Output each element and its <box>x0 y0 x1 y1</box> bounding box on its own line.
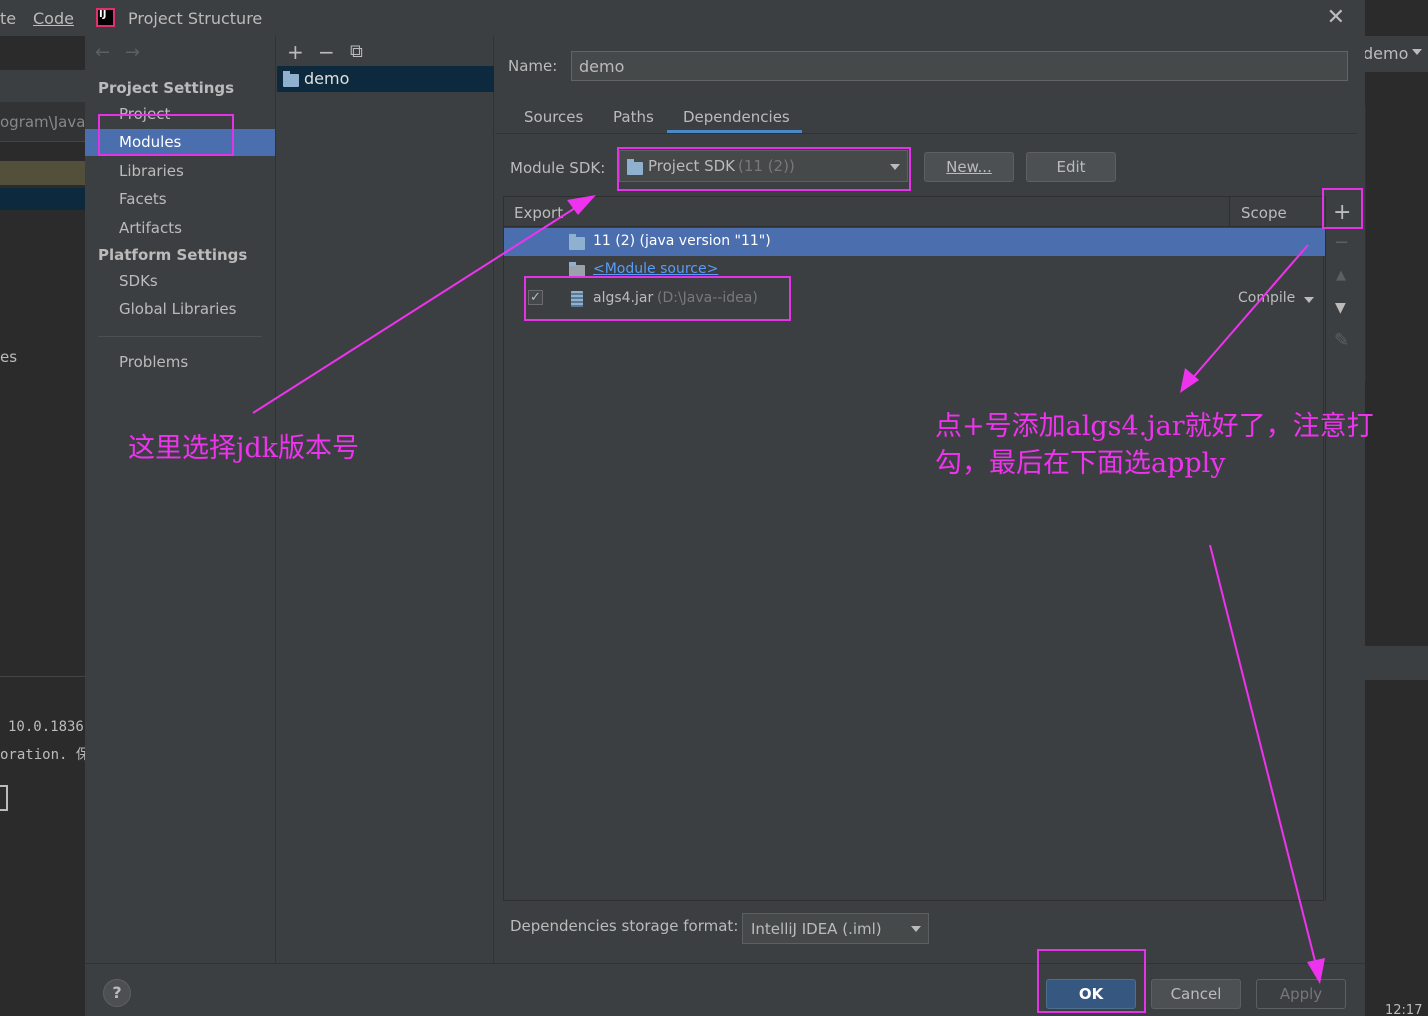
ide-right-panel: demo 12:17 <box>1363 36 1428 1016</box>
menu-item-ite[interactable]: te <box>0 9 16 28</box>
highlight-modules <box>98 114 234 156</box>
sidebar-item-artifacts[interactable]: Artifacts <box>85 215 275 242</box>
sidebar-item-libraries[interactable]: Libraries <box>85 158 275 185</box>
remove-module-icon[interactable]: − <box>318 40 335 64</box>
move-up-icon[interactable]: ▲ <box>1336 268 1346 283</box>
es-fragment: es <box>0 348 18 366</box>
ide-menubar: te Code <box>0 0 90 36</box>
forward-arrow-icon[interactable]: → <box>125 42 140 63</box>
move-down-icon[interactable]: ▼ <box>1335 300 1346 316</box>
clock: 12:17 <box>1385 1003 1423 1016</box>
dialog-button-bar: ? OK Cancel Apply <box>85 963 1365 1016</box>
table-row[interactable]: 11 (2) (java version "11") <box>504 228 1325 256</box>
ide-left-panel: ogram\Java es 10.0.1836 oration. 保 <box>0 36 90 1016</box>
chevron-down-icon <box>911 926 921 932</box>
highlight-algs4-jar <box>524 276 791 321</box>
remove-dependency-icon[interactable]: − <box>1334 232 1349 253</box>
chevron-down-icon[interactable] <box>1304 297 1314 303</box>
scope-dropdown[interactable]: Compile <box>1238 290 1295 306</box>
menu-item-code[interactable]: Code <box>33 9 74 28</box>
sidebar-item-global-libraries[interactable]: Global Libraries <box>85 296 275 323</box>
edit-dependency-icon[interactable]: ✎ <box>1334 330 1349 351</box>
sidebar-item-sdks[interactable]: SDKs <box>85 268 275 295</box>
sidebar-item-facets[interactable]: Facets <box>85 186 275 213</box>
new-sdk-button[interactable]: New... <box>924 152 1014 182</box>
storage-format-value: IntelliJ IDEA (.iml) <box>751 920 882 938</box>
highlight-module-sdk <box>617 147 911 191</box>
help-button[interactable]: ? <box>103 979 131 1007</box>
terminal-line: 10.0.1836 <box>8 719 84 735</box>
tab-paths[interactable]: Paths <box>613 108 654 126</box>
intellij-logo-icon <box>96 8 115 27</box>
module-folder-icon <box>283 71 299 87</box>
highlight-ok-button <box>1037 949 1146 1013</box>
annotation-jdk-note: 这里选择jdk版本号 <box>128 433 360 464</box>
apply-button[interactable]: Apply <box>1256 979 1346 1009</box>
dialog-title: Project Structure <box>128 9 263 28</box>
module-name-input[interactable]: demo <box>571 51 1348 81</box>
terminal-panel: 10.0.1836 oration. 保 <box>0 676 90 976</box>
table-toolbar: + − ▲ ▼ ✎ <box>1325 196 1357 901</box>
annotation-add-note-line2: 勾，最后在下面选apply <box>935 448 1226 479</box>
terminal-line: oration. 保 <box>0 747 90 763</box>
annotation-add-note-line1: 点+号添加algs4.jar就好了，注意打 <box>935 411 1374 442</box>
sidebar-divider <box>98 336 262 337</box>
close-icon[interactable]: ✕ <box>1327 5 1345 30</box>
run-config[interactable]: demo <box>1363 44 1408 63</box>
dialog-titlebar: Project Structure ✕ <box>85 0 1365 36</box>
name-label: Name: <box>508 57 558 75</box>
dependency-module-source: <Module source> <box>593 261 719 277</box>
storage-format-label: Dependencies storage format: <box>510 917 739 935</box>
jdk-folder-icon <box>569 234 585 250</box>
settings-sidebar: ← → Project Settings Project Modules Lib… <box>85 36 276 963</box>
storage-format-dropdown[interactable]: IntelliJ IDEA (.iml) <box>742 913 929 944</box>
back-arrow-icon[interactable]: ← <box>95 42 110 63</box>
cancel-button[interactable]: Cancel <box>1151 979 1241 1009</box>
module-tree-item-demo[interactable]: demo <box>277 66 494 92</box>
copy-module-icon[interactable]: ⧉ <box>350 41 363 62</box>
tab-sources[interactable]: Sources <box>524 108 583 126</box>
platform-settings-heading: Platform Settings <box>98 246 248 264</box>
table-header: Export Scope <box>504 197 1325 227</box>
chevron-down-icon[interactable] <box>1412 49 1422 55</box>
module-sdk-label: Module SDK: <box>510 159 606 177</box>
dependency-jdk: 11 (2) (java version "11") <box>593 233 771 249</box>
path-fragment: ogram\Java <box>0 113 86 131</box>
project-settings-heading: Project Settings <box>98 79 235 97</box>
edit-sdk-button[interactable]: Edit <box>1026 152 1116 182</box>
sidebar-item-problems[interactable]: Problems <box>85 349 275 376</box>
column-header-scope[interactable]: Scope <box>1241 204 1287 222</box>
module-name: demo <box>304 69 350 88</box>
tab-dependencies[interactable]: Dependencies <box>683 108 790 126</box>
add-module-icon[interactable]: + <box>287 40 304 64</box>
highlight-add-button <box>1322 188 1363 229</box>
column-header-export[interactable]: Export <box>514 204 563 222</box>
modules-panel: + − ⧉ demo <box>277 36 494 963</box>
